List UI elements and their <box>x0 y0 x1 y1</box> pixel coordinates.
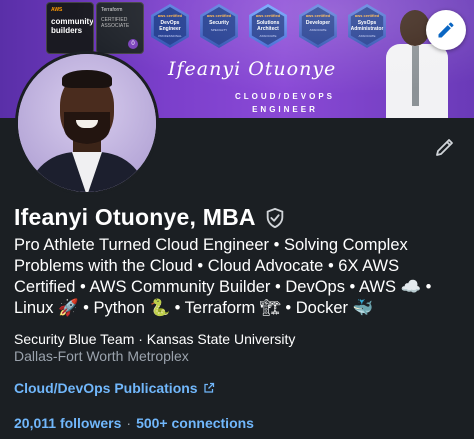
banner-subtitle-line2: ENGINEER <box>252 105 318 114</box>
followers-count-link[interactable]: 20,011 followers <box>14 415 121 431</box>
banner-subtitle-line1: CLOUD/DEVOPS <box>234 92 335 101</box>
profile-avatar[interactable] <box>15 51 159 195</box>
edit-profile-button[interactable] <box>432 134 458 160</box>
badge-title: Solutions Architect <box>256 20 280 32</box>
badge-aws-label: aws certified <box>255 13 281 18</box>
aws-community-builders-badge: AWS community builders <box>46 2 94 54</box>
aws-devops-badge: aws certified DevOps Engineer PROFESSION… <box>151 4 189 48</box>
connections-count-link[interactable]: 500+ connections <box>136 415 254 431</box>
aws-builders-small: AWS <box>51 7 63 13</box>
banner-person-body <box>386 44 448 118</box>
verified-shield-icon[interactable] <box>264 207 286 229</box>
edit-banner-button[interactable] <box>426 10 466 50</box>
edit-profile-pencil-icon <box>436 139 453 156</box>
aws-developer-badge: aws certified Developer ASSOCIATE <box>299 4 337 48</box>
badge-title: Developer <box>305 20 331 26</box>
badge-aws-label: aws certified <box>206 13 232 18</box>
stats-separator: · <box>126 415 132 431</box>
aws-builders-text: community builders <box>51 17 94 35</box>
badge-title: SysOps Administrator <box>350 20 384 32</box>
pencil-icon <box>438 22 454 38</box>
avatar-beard <box>64 112 110 144</box>
profile-education[interactable]: Security Blue Team · Kansas State Univer… <box>14 331 295 347</box>
badge-title: Security <box>209 20 229 26</box>
name-row: Ifeanyi Otuonye, MBA <box>14 204 286 231</box>
badge-level: SPECIALTY <box>210 28 228 32</box>
badge-aws-label: aws certified <box>354 13 380 18</box>
profile-headline: Pro Athlete Turned Cloud Engineer • Solv… <box>14 236 432 317</box>
aws-security-badge: aws certified Security SPECIALTY <box>200 4 238 48</box>
banner-script-name: Ifeanyi Otuonye <box>168 58 337 80</box>
terraform-cert-label: CERTIFIED ASSOCIATE <box>101 17 130 29</box>
badge-level: PROFESSIONAL <box>158 34 182 38</box>
badge-level: ASSOCIATE <box>309 28 327 32</box>
external-link-icon <box>203 382 214 393</box>
banner-subtitle: CLOUD/DEVOPS ENGINEER <box>180 90 390 116</box>
aws-sysops-badge: aws certified SysOps Administrator ASSOC… <box>348 4 386 48</box>
badge-level: ASSOCIATE <box>259 34 277 38</box>
badge-level: ASSOCIATE <box>358 34 376 38</box>
aws-solutions-architect-badge: aws certified Solutions Architect ASSOCI… <box>249 4 287 48</box>
terraform-associate-badge: Terraform CERTIFIED ASSOCIATE 0 <box>96 2 144 54</box>
terraform-label: Terraform <box>101 7 123 13</box>
banner-person-tie <box>412 46 419 106</box>
badge-aws-label: aws certified <box>305 13 331 18</box>
profile-name: Ifeanyi Otuonye, MBA <box>14 204 256 230</box>
avatar-hair <box>62 70 112 88</box>
badge-title: DevOps Engineer <box>159 20 181 32</box>
publications-link[interactable]: Cloud/DevOps Publications <box>14 380 215 396</box>
badge-aws-label: aws certified <box>157 13 183 18</box>
network-stats: 20,011 followers · 500+ connections <box>14 415 254 431</box>
terraform-badge-number: 0 <box>128 39 138 49</box>
profile-location: Dallas-Fort Worth Metroplex <box>14 348 189 364</box>
publications-link-label: Cloud/DevOps Publications <box>14 380 198 396</box>
